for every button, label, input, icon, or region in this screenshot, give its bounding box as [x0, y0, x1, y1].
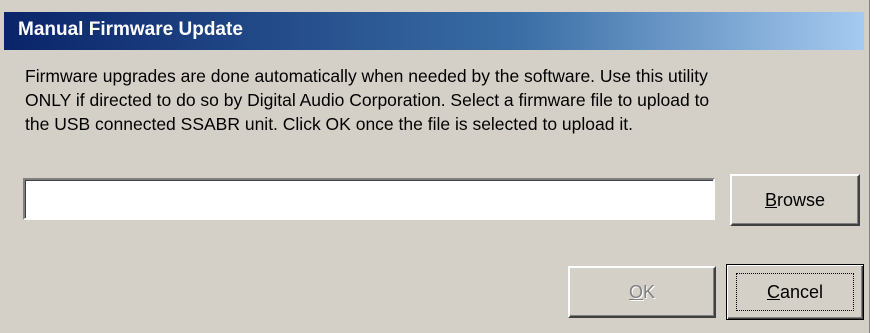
browse-button-label: Browse	[764, 189, 826, 210]
window-title: Manual Firmware Update	[18, 19, 243, 40]
firmware-update-dialog: Manual Firmware Update Firmware upgrades…	[0, 0, 870, 333]
instructions-message: Firmware upgrades are done automatically…	[25, 64, 861, 136]
cancel-button-label: Cancel	[766, 281, 824, 302]
browse-button[interactable]: Browse	[730, 174, 860, 226]
message-line-1: Firmware upgrades are done automatically…	[25, 66, 708, 86]
cancel-button[interactable]: Cancel	[726, 264, 864, 320]
ok-button-label: OK	[628, 281, 656, 302]
message-line-2: ONLY if directed to do so by Digital Aud…	[25, 90, 710, 110]
ok-button[interactable]: OK	[568, 266, 716, 318]
title-bar[interactable]: Manual Firmware Update	[4, 12, 864, 50]
cancel-button-focus-ring: Cancel	[736, 273, 854, 311]
message-line-3: the USB connected SSABR unit. Click OK o…	[25, 114, 633, 134]
firmware-file-path-input[interactable]	[23, 178, 715, 220]
